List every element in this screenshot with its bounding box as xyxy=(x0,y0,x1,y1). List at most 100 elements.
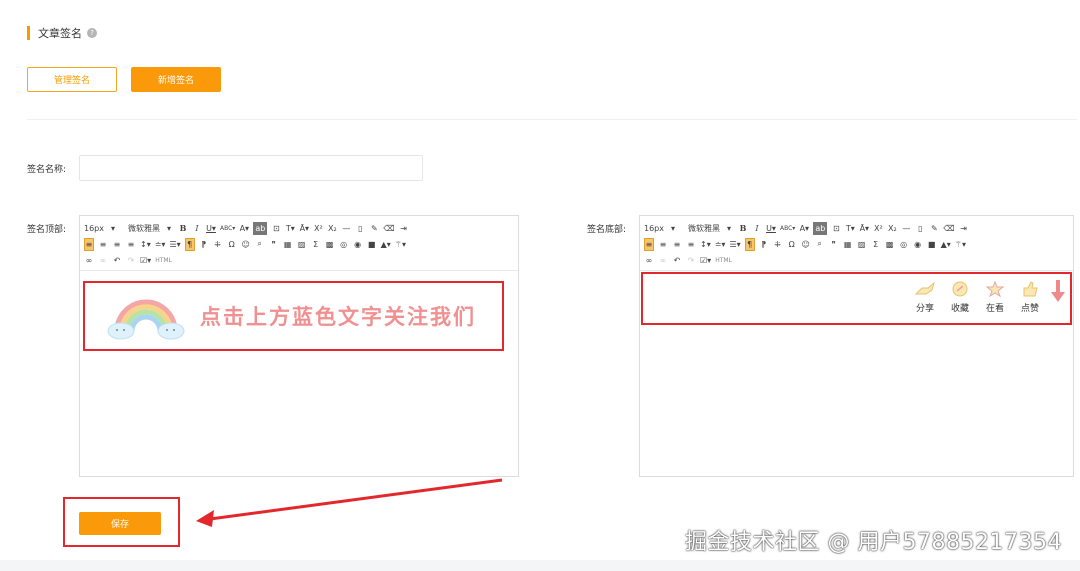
image-icon[interactable]: ▨ xyxy=(297,238,307,251)
magic-wand-icon[interactable]: ⚚▾ xyxy=(955,238,966,251)
strikethrough-icon[interactable]: ABC▾ xyxy=(220,222,235,235)
direction-icon[interactable]: ⁋ xyxy=(759,238,769,251)
subscript-icon[interactable]: X₂ xyxy=(887,222,897,235)
align-justify-icon[interactable]: ≡ xyxy=(686,238,696,251)
list-icon[interactable]: ☰▾ xyxy=(169,238,180,251)
omega-icon[interactable]: Ω xyxy=(227,238,237,251)
direction-icon[interactable]: ⁋ xyxy=(199,238,209,251)
underline-icon[interactable]: U▾ xyxy=(766,222,776,235)
paragraph-spacing-icon[interactable]: ≐▾ xyxy=(155,238,166,251)
help-icon[interactable]: ? xyxy=(87,27,97,38)
map-icon[interactable]: ◉ xyxy=(353,238,363,251)
horizontal-rule-icon[interactable]: — xyxy=(901,222,911,235)
redo-icon[interactable]: ↷ xyxy=(686,254,696,267)
search-icon[interactable]: ⌕ xyxy=(815,238,825,251)
insert-code-icon[interactable]: ⁜ xyxy=(773,238,783,251)
line-height-icon[interactable]: ↕▾ xyxy=(140,238,151,251)
gallery-icon[interactable]: ▩ xyxy=(885,238,895,251)
bold-icon[interactable]: B xyxy=(178,222,188,235)
unlink-icon[interactable]: ∞ xyxy=(98,254,108,267)
page-icon[interactable]: ▯ xyxy=(915,222,925,235)
add-signature-button[interactable]: 新增签名 xyxy=(131,67,221,92)
underline-icon[interactable]: U▾ xyxy=(206,222,216,235)
format-painter-icon[interactable]: ¶ xyxy=(184,237,195,251)
bottom-signature-editor[interactable]: 16px ▾ 微软雅黑 ▾ B I U▾ ABC▾ A▾ ab ⊡ T▾ Ā▾ … xyxy=(639,215,1074,477)
omega-icon[interactable]: Ω xyxy=(787,238,797,251)
chevron-down-icon[interactable]: ▾ xyxy=(724,222,734,235)
eraser-icon[interactable]: ⌫ xyxy=(383,222,394,235)
line-height-icon[interactable]: ↕▾ xyxy=(700,238,711,251)
bottom-signature-content[interactable]: 分享 收藏 在看 点赞 xyxy=(641,272,1072,325)
chevron-down-icon[interactable]: ▾ xyxy=(668,222,678,235)
background-color-icon[interactable]: ab xyxy=(253,221,268,235)
html-source-button[interactable]: HTML xyxy=(715,254,732,267)
quote-icon[interactable]: ❞ xyxy=(269,238,279,251)
manage-signature-button[interactable]: 管理签名 xyxy=(27,67,117,92)
search-icon[interactable]: ⌕ xyxy=(255,238,265,251)
font-size-select[interactable]: 16px xyxy=(644,222,664,235)
music-icon[interactable]: ◎ xyxy=(339,238,349,251)
undo-icon[interactable]: ↶ xyxy=(672,254,682,267)
text-size-icon[interactable]: T▾ xyxy=(285,222,295,235)
chevron-down-icon[interactable]: ▾ xyxy=(108,222,118,235)
paint-bucket-icon[interactable]: ▲▾ xyxy=(941,238,951,251)
text-border-icon[interactable]: ⊡ xyxy=(831,222,841,235)
align-center-icon[interactable]: ≡ xyxy=(658,238,668,251)
table-icon[interactable]: ▦ xyxy=(843,238,853,251)
paint-bucket-icon[interactable]: ▲▾ xyxy=(381,238,391,251)
redo-icon[interactable]: ↷ xyxy=(126,254,136,267)
superscript-icon[interactable]: X² xyxy=(313,222,323,235)
chevron-down-icon[interactable]: ▾ xyxy=(164,222,174,235)
link-icon[interactable]: ∞ xyxy=(644,254,654,267)
align-left-icon[interactable]: ≡ xyxy=(84,237,94,251)
text-border-icon[interactable]: ⊡ xyxy=(271,222,281,235)
align-right-icon[interactable]: ≡ xyxy=(112,238,122,251)
align-left-icon[interactable]: ≡ xyxy=(644,237,654,251)
paragraph-spacing-icon[interactable]: ≐▾ xyxy=(715,238,726,251)
edit-icon[interactable]: ✎ xyxy=(369,222,379,235)
music-icon[interactable]: ◎ xyxy=(899,238,909,251)
eraser-icon[interactable]: ⌫ xyxy=(943,222,954,235)
italic-icon[interactable]: I xyxy=(752,222,762,235)
align-justify-icon[interactable]: ≡ xyxy=(126,238,136,251)
signature-name-input[interactable] xyxy=(79,155,423,181)
font-family-select[interactable]: 微软雅黑 xyxy=(128,222,160,235)
font-family-select[interactable]: 微软雅黑 xyxy=(688,222,720,235)
align-right-icon[interactable]: ≡ xyxy=(672,238,682,251)
strikethrough-icon[interactable]: ABC▾ xyxy=(780,222,795,235)
list-icon[interactable]: ☰▾ xyxy=(729,238,740,251)
formula-icon[interactable]: Σ xyxy=(871,238,881,251)
top-signature-content[interactable]: 点击上方蓝色文字关注我们 xyxy=(83,281,504,351)
background-color-icon[interactable]: ab xyxy=(813,221,828,235)
undo-icon[interactable]: ↶ xyxy=(112,254,122,267)
quote-icon[interactable]: ❞ xyxy=(829,238,839,251)
save-button[interactable]: 保存 xyxy=(79,512,161,535)
gallery-icon[interactable]: ▩ xyxy=(325,238,335,251)
text-size-icon[interactable]: T▾ xyxy=(845,222,855,235)
superscript-icon[interactable]: X² xyxy=(873,222,883,235)
indent-icon[interactable]: ⇥ xyxy=(399,222,409,235)
table-icon[interactable]: ▦ xyxy=(283,238,293,251)
emoji-icon[interactable]: ☺ xyxy=(801,238,811,251)
letter-spacing-icon[interactable]: Ā▾ xyxy=(299,222,310,235)
align-center-icon[interactable]: ≡ xyxy=(98,238,108,251)
insert-code-icon[interactable]: ⁜ xyxy=(213,238,223,251)
font-size-select[interactable]: 16px xyxy=(84,222,104,235)
font-color-icon[interactable]: A▾ xyxy=(799,222,810,235)
template-icon[interactable]: ☑▾ xyxy=(700,254,711,267)
subscript-icon[interactable]: X₂ xyxy=(327,222,337,235)
video-icon[interactable]: ■ xyxy=(367,238,377,251)
video-icon[interactable]: ■ xyxy=(927,238,937,251)
bold-icon[interactable]: B xyxy=(738,222,748,235)
indent-icon[interactable]: ⇥ xyxy=(959,222,969,235)
map-icon[interactable]: ◉ xyxy=(913,238,923,251)
letter-spacing-icon[interactable]: Ā▾ xyxy=(859,222,870,235)
page-icon[interactable]: ▯ xyxy=(355,222,365,235)
horizontal-rule-icon[interactable]: — xyxy=(341,222,351,235)
edit-icon[interactable]: ✎ xyxy=(929,222,939,235)
emoji-icon[interactable]: ☺ xyxy=(241,238,251,251)
italic-icon[interactable]: I xyxy=(192,222,202,235)
formula-icon[interactable]: Σ xyxy=(311,238,321,251)
image-icon[interactable]: ▨ xyxy=(857,238,867,251)
template-icon[interactable]: ☑▾ xyxy=(140,254,151,267)
